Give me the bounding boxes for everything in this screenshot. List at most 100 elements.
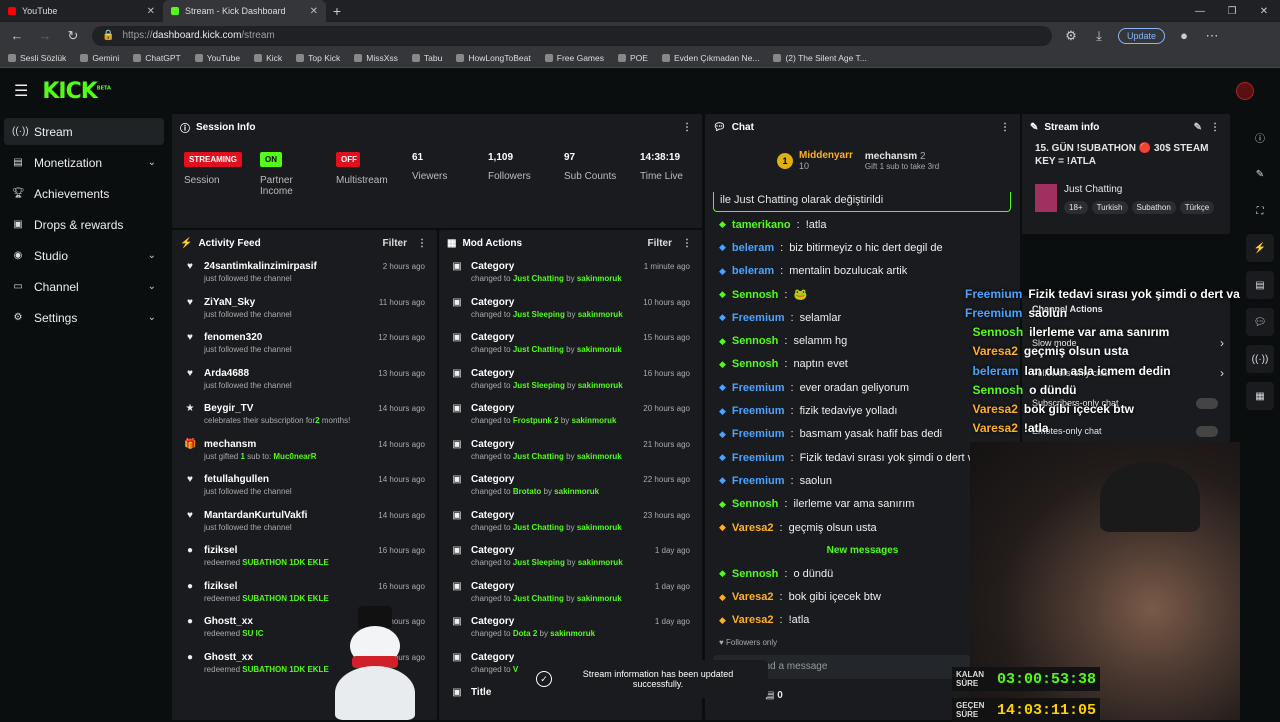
moderator-link[interactable]: sakinmoruk bbox=[577, 345, 622, 354]
bookmark-item[interactable]: HowLongToBeat bbox=[456, 53, 531, 63]
activity-username[interactable]: fenomen320 bbox=[204, 332, 292, 343]
moderator-link[interactable]: sakinmoruk bbox=[577, 523, 622, 532]
chat-username[interactable]: beleram bbox=[732, 242, 774, 254]
close-window-button[interactable]: ✕ bbox=[1248, 0, 1280, 22]
broadcast-icon[interactable]: ((·)) bbox=[1246, 345, 1274, 373]
url-field[interactable]: 🔒 https://dashboard.kick.com/stream bbox=[92, 25, 1052, 46]
maximize-button[interactable]: ❐ bbox=[1216, 0, 1248, 22]
category-link[interactable]: V bbox=[513, 665, 518, 674]
kebab-menu-icon[interactable]: ⋮ bbox=[682, 122, 692, 133]
hamburger-menu-icon[interactable]: ☰ bbox=[14, 81, 28, 101]
activity-username[interactable]: MantardanKurtulVakfi bbox=[204, 510, 307, 521]
sidebar-item-achievements[interactable]: 🏆︎ Achievements bbox=[4, 180, 164, 207]
edit-icon[interactable]: ✎ bbox=[1194, 122, 1202, 133]
bookmark-item[interactable]: Tabu bbox=[411, 53, 442, 63]
moderator-link[interactable]: sakinmoruk bbox=[554, 487, 599, 496]
chat-username[interactable]: Freemium bbox=[732, 405, 785, 417]
category-link[interactable]: Just Chatting bbox=[513, 523, 564, 532]
sidebar-item-settings[interactable]: ⚙ Settings ⌄ bbox=[4, 304, 164, 331]
off-badge[interactable]: OFF bbox=[336, 152, 360, 167]
bookmark-item[interactable]: ChatGPT bbox=[133, 53, 181, 63]
extensions-icon[interactable]: ⚙ bbox=[1062, 28, 1080, 44]
kebab-menu-icon[interactable]: ⋮ bbox=[1210, 122, 1220, 133]
bookmark-item[interactable]: Gemini bbox=[80, 53, 119, 63]
tab-youtube[interactable]: YouTube ✕ bbox=[0, 0, 163, 22]
moderator-link[interactable]: sakinmoruk bbox=[577, 594, 622, 603]
moderator-link[interactable]: sakinmoruk bbox=[577, 452, 622, 461]
filter-button[interactable]: Filter bbox=[648, 238, 672, 249]
bookmark-item[interactable]: Evden Çıkmadan Ne... bbox=[661, 53, 759, 63]
emotes-only-toggle[interactable] bbox=[1196, 426, 1218, 437]
category-link[interactable]: Just Sleeping bbox=[513, 381, 565, 390]
moderator-link[interactable]: sakinmoruk bbox=[578, 558, 623, 567]
tag-chip[interactable]: Turkish bbox=[1091, 201, 1128, 214]
moderator-link[interactable]: sakinmoruk bbox=[572, 416, 617, 425]
activity-username[interactable]: 24santimkalinzimirpasif bbox=[204, 261, 317, 272]
bookmark-item[interactable]: Free Games bbox=[544, 53, 604, 63]
activity-username[interactable]: fiziksel bbox=[204, 581, 329, 592]
chat-username[interactable]: Sennosh bbox=[732, 289, 778, 301]
avatar[interactable] bbox=[1236, 82, 1254, 100]
bolt-icon[interactable]: ⚡ bbox=[1246, 234, 1274, 262]
chat-username[interactable]: Sennosh bbox=[732, 498, 778, 510]
activity-username[interactable]: fiziksel bbox=[204, 545, 329, 556]
category-link[interactable]: Frostpunk 2 bbox=[513, 416, 559, 425]
close-icon[interactable]: ✕ bbox=[310, 6, 318, 17]
category-link[interactable]: Just Sleeping bbox=[513, 310, 565, 319]
chat-username[interactable]: Freemium bbox=[732, 475, 785, 487]
tab-kick-dashboard[interactable]: Stream - Kick Dashboard ✕ bbox=[163, 0, 326, 22]
category-link[interactable]: Just Chatting bbox=[513, 345, 564, 354]
sidebar-item-studio[interactable]: ◉ Studio ⌄ bbox=[4, 242, 164, 269]
pencil-icon[interactable]: ✎ bbox=[1246, 160, 1274, 188]
chat-username[interactable]: Sennosh bbox=[732, 358, 778, 370]
forward-icon[interactable]: → bbox=[36, 28, 54, 43]
category-link[interactable]: Just Chatting bbox=[513, 452, 564, 461]
category-link[interactable]: Dota 2 bbox=[513, 629, 537, 638]
chat-username[interactable]: Sennosh bbox=[732, 568, 778, 580]
chat-username[interactable]: beleram bbox=[732, 265, 774, 277]
back-icon[interactable]: ← bbox=[8, 28, 26, 43]
sidebar-item-monetization[interactable]: ▤ Monetization ⌄ bbox=[4, 149, 164, 176]
tag-chip[interactable]: Subathon bbox=[1131, 201, 1176, 214]
category-link[interactable]: Just Sleeping bbox=[513, 558, 565, 567]
update-button[interactable]: Update bbox=[1118, 27, 1166, 44]
bookmark-item[interactable]: Sesli Sözlük bbox=[8, 53, 66, 63]
bookmark-item[interactable]: Top Kick bbox=[296, 53, 340, 63]
tag-chip[interactable]: 18+ bbox=[1064, 201, 1088, 214]
reload-icon[interactable]: ↻ bbox=[64, 28, 82, 44]
sidebar-item-stream[interactable]: ((·)) Stream bbox=[4, 118, 164, 145]
more-icon[interactable]: ⋯ bbox=[1203, 28, 1221, 44]
category-link[interactable]: Just Chatting bbox=[513, 594, 564, 603]
activity-username[interactable]: Arda4688 bbox=[204, 368, 292, 379]
chat-bubble-icon[interactable]: 💬︎ bbox=[1246, 308, 1274, 336]
bookmark-item[interactable]: Kick bbox=[254, 53, 282, 63]
bookmark-item[interactable]: (2) The Silent Age T... bbox=[773, 53, 867, 63]
chat-username[interactable]: Varesa2 bbox=[732, 614, 774, 626]
chat-username[interactable]: Varesa2 bbox=[732, 591, 774, 603]
category-link[interactable]: Just Chatting bbox=[513, 274, 564, 283]
activity-username[interactable]: Ghostt_xx bbox=[204, 652, 329, 663]
subscribers-only-toggle[interactable] bbox=[1196, 398, 1218, 409]
kebab-menu-icon[interactable]: ⋮ bbox=[682, 238, 692, 249]
info-icon[interactable]: ⓘ bbox=[1246, 123, 1274, 151]
chat-username[interactable]: Freemium bbox=[732, 382, 785, 394]
sidebar-item-channel[interactable]: ▭ Channel ⌄ bbox=[4, 273, 164, 300]
chat-username[interactable]: Freemium bbox=[732, 428, 785, 440]
tag-chip[interactable]: Türkçe bbox=[1179, 201, 1215, 214]
kebab-menu-icon[interactable]: ⋮ bbox=[1000, 122, 1010, 133]
bookmark-item[interactable]: YouTube bbox=[194, 53, 240, 63]
bookmark-item[interactable]: POE bbox=[618, 53, 648, 63]
moderator-link[interactable]: sakinmoruk bbox=[550, 629, 595, 638]
chat-username[interactable]: tamerikano bbox=[732, 219, 791, 231]
activity-username[interactable]: fetullahgullen bbox=[204, 474, 292, 485]
crop-icon[interactable]: ⛶ bbox=[1246, 197, 1274, 225]
chevron-right-icon[interactable]: › bbox=[1220, 366, 1224, 380]
close-icon[interactable]: ✕ bbox=[147, 6, 155, 17]
filter-button[interactable]: Filter bbox=[383, 238, 407, 249]
kick-logo[interactable]: KICKBETA bbox=[42, 79, 111, 104]
on-badge[interactable]: ON bbox=[260, 152, 282, 167]
download-icon[interactable]: ⤓ bbox=[1090, 28, 1108, 44]
minimize-button[interactable]: — bbox=[1184, 0, 1216, 22]
new-tab-button[interactable]: + bbox=[326, 0, 348, 22]
list-icon[interactable]: ▤ bbox=[1246, 271, 1274, 299]
